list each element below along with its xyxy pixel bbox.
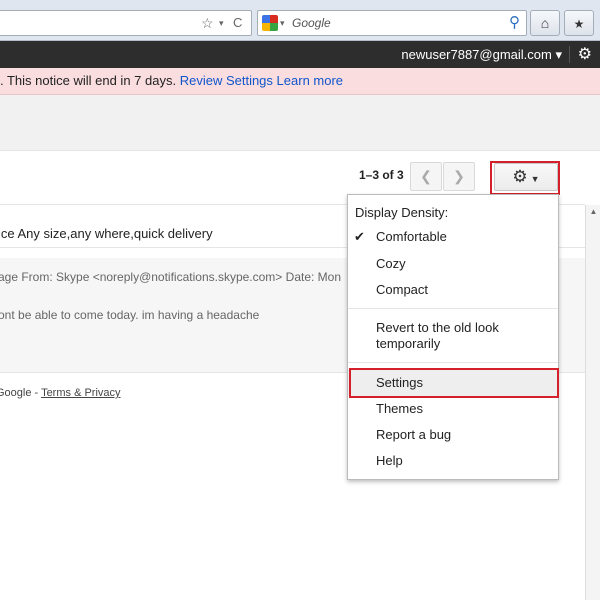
browser-toolbar: ☆ ▾ C ▾ Google ⚲ ⌂ ★ bbox=[0, 0, 600, 41]
notice-message: . This notice will end in 7 days. bbox=[0, 73, 177, 88]
engine-dropdown-icon[interactable]: ▾ bbox=[280, 11, 285, 35]
notice-bar: . This notice will end in 7 days. Review… bbox=[0, 68, 600, 95]
menu-item-label: Themes bbox=[376, 401, 423, 416]
header-band bbox=[0, 95, 600, 151]
chevron-left-icon: ❮ bbox=[420, 168, 432, 184]
search-go-icon[interactable]: ⚲ bbox=[509, 11, 520, 35]
highlight-box bbox=[349, 368, 559, 398]
search-placeholder: Google bbox=[292, 16, 331, 30]
scrollbar[interactable]: ▲ bbox=[585, 205, 600, 600]
account-menu[interactable]: newuser7887@gmail.com ▾ bbox=[401, 41, 562, 68]
highlight-box bbox=[490, 161, 560, 195]
history-dropdown-icon[interactable]: ▾ bbox=[219, 11, 224, 35]
footer: Google - Terms & Privacy bbox=[0, 387, 121, 399]
footer-prefix: Google - bbox=[0, 387, 42, 399]
bookmarks-button[interactable]: ★ bbox=[564, 10, 594, 36]
url-bar[interactable]: ☆ ▾ C bbox=[0, 10, 252, 36]
check-icon: ✔ bbox=[354, 229, 365, 244]
menu-item-label: Help bbox=[376, 453, 403, 468]
google-bar: newuser7887@gmail.com ▾ ⚙ bbox=[0, 41, 600, 68]
search-box[interactable]: ▾ Google ⚲ bbox=[257, 10, 527, 36]
learn-more-link[interactable]: Learn more bbox=[277, 73, 343, 88]
menu-item-label: Report a bug bbox=[376, 427, 452, 442]
settings-menu: Display Density: ✔ Comfortable Cozy Comp… bbox=[347, 194, 559, 480]
menu-item-label: Revert to the old look temporarily bbox=[376, 320, 499, 351]
message-snippet: ont be able to come today. im having a h… bbox=[0, 308, 260, 322]
home-button[interactable]: ⌂ bbox=[530, 10, 560, 36]
menu-item-label: Compact bbox=[376, 282, 429, 297]
menu-divider bbox=[348, 362, 558, 363]
message-snippet: age From: Skype <noreply@notifications.s… bbox=[0, 270, 342, 284]
chevron-right-icon: ❯ bbox=[453, 168, 465, 184]
density-heading: Display Density: bbox=[355, 205, 449, 220]
message-snippet: ice Any size,any where,quick delivery bbox=[0, 226, 213, 241]
bookmark-icon: ★ bbox=[573, 17, 585, 31]
review-settings-link[interactable]: Review Settings bbox=[180, 73, 273, 88]
star-icon[interactable]: ☆ bbox=[201, 11, 214, 35]
older-button[interactable]: ❯ bbox=[443, 162, 475, 191]
menu-item-label: Comfortable bbox=[376, 229, 447, 244]
pager-count: 1–3 of 3 bbox=[359, 168, 404, 182]
scroll-up-icon[interactable]: ▲ bbox=[586, 207, 600, 216]
google-engine-icon[interactable] bbox=[262, 15, 278, 31]
terms-privacy-link[interactable]: Terms & Privacy bbox=[41, 387, 120, 399]
newer-button[interactable]: ❮ bbox=[410, 162, 442, 191]
notice-text: . This notice will end in 7 days. Review… bbox=[0, 68, 343, 94]
gear-icon[interactable]: ⚙ bbox=[578, 41, 592, 68]
home-icon: ⌂ bbox=[540, 15, 550, 31]
reload-icon[interactable]: C bbox=[233, 11, 242, 35]
menu-divider bbox=[348, 308, 558, 309]
divider bbox=[569, 46, 570, 63]
menu-item-label: Cozy bbox=[376, 256, 406, 271]
